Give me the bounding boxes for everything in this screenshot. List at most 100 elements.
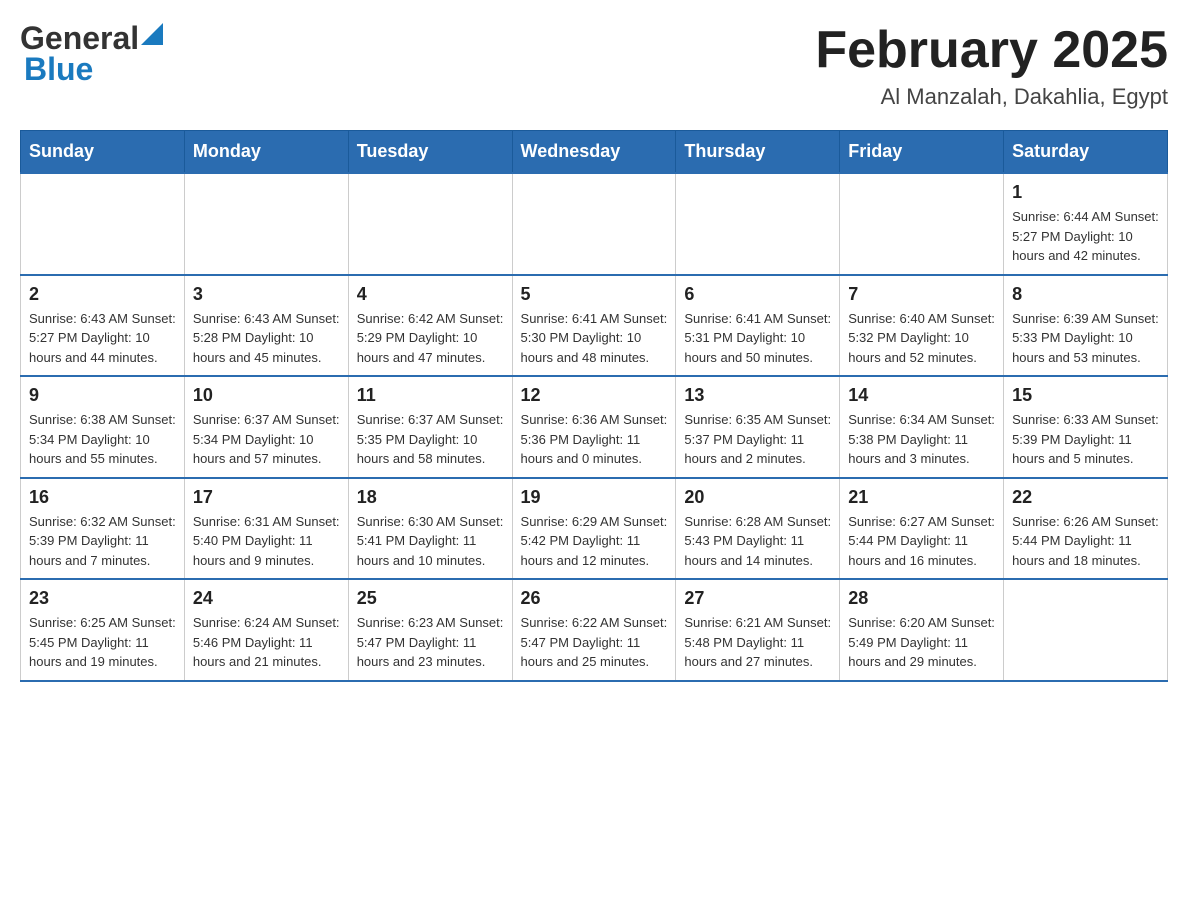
weekday-header-friday: Friday	[840, 131, 1004, 174]
weekday-header-saturday: Saturday	[1004, 131, 1168, 174]
day-info: Sunrise: 6:44 AM Sunset: 5:27 PM Dayligh…	[1012, 207, 1159, 266]
day-info: Sunrise: 6:40 AM Sunset: 5:32 PM Dayligh…	[848, 309, 995, 368]
day-info: Sunrise: 6:41 AM Sunset: 5:31 PM Dayligh…	[684, 309, 831, 368]
day-info: Sunrise: 6:41 AM Sunset: 5:30 PM Dayligh…	[521, 309, 668, 368]
day-number: 27	[684, 588, 831, 609]
title-section: February 2025 Al Manzalah, Dakahlia, Egy…	[815, 20, 1168, 110]
day-info: Sunrise: 6:20 AM Sunset: 5:49 PM Dayligh…	[848, 613, 995, 672]
day-info: Sunrise: 6:24 AM Sunset: 5:46 PM Dayligh…	[193, 613, 340, 672]
day-number: 5	[521, 284, 668, 305]
day-info: Sunrise: 6:43 AM Sunset: 5:28 PM Dayligh…	[193, 309, 340, 368]
calendar-cell: 24Sunrise: 6:24 AM Sunset: 5:46 PM Dayli…	[184, 579, 348, 681]
day-number: 7	[848, 284, 995, 305]
calendar-cell	[348, 173, 512, 275]
day-number: 17	[193, 487, 340, 508]
day-number: 10	[193, 385, 340, 406]
calendar-cell: 5 Sunrise: 6:41 AM Sunset: 5:30 PM Daylig…	[512, 275, 676, 377]
calendar-cell: 17 Sunrise: 6:31 AM Sunset: 5:40 PM Dayli…	[184, 478, 348, 580]
calendar-cell: 9 Sunrise: 6:38 AM Sunset: 5:34 PM Daylig…	[21, 376, 185, 478]
day-info: Sunrise: 6:37 AM Sunset: 5:35 PM Dayligh…	[357, 410, 504, 469]
day-info: Sunrise: 6:31 AM Sunset: 5:40 PM Dayligh…	[193, 512, 340, 571]
calendar-cell: 13 Sunrise: 6:35 AM Sunset: 5:37 PM Dayli…	[676, 376, 840, 478]
day-info: Sunrise: 6:38 AM Sunset: 5:34 PM Dayligh…	[29, 410, 176, 469]
calendar-cell: 19 Sunrise: 6:29 AM Sunset: 5:42 PM Dayli…	[512, 478, 676, 580]
calendar-cell: 11Sunrise: 6:37 AM Sunset: 5:35 PM Dayli…	[348, 376, 512, 478]
day-info: Sunrise: 6:23 AM Sunset: 5:47 PM Dayligh…	[357, 613, 504, 672]
calendar-cell: 4 Sunrise: 6:42 AM Sunset: 5:29 PM Daylig…	[348, 275, 512, 377]
day-info: Sunrise: 6:37 AM Sunset: 5:34 PM Dayligh…	[193, 410, 340, 469]
day-number: 13	[684, 385, 831, 406]
calendar-cell: 16Sunrise: 6:32 AM Sunset: 5:39 PM Dayli…	[21, 478, 185, 580]
day-info: Sunrise: 6:35 AM Sunset: 5:37 PM Dayligh…	[684, 410, 831, 469]
calendar-cell: 22Sunrise: 6:26 AM Sunset: 5:44 PM Dayli…	[1004, 478, 1168, 580]
day-info: Sunrise: 6:22 AM Sunset: 5:47 PM Dayligh…	[521, 613, 668, 672]
calendar-cell	[676, 173, 840, 275]
calendar-table: SundayMondayTuesdayWednesdayThursdayFrid…	[20, 130, 1168, 682]
day-number: 2	[29, 284, 176, 305]
calendar-cell: 3 Sunrise: 6:43 AM Sunset: 5:28 PM Daylig…	[184, 275, 348, 377]
logo-triangle-icon	[141, 23, 163, 45]
month-title: February 2025	[815, 20, 1168, 80]
day-number: 9	[29, 385, 176, 406]
day-number: 25	[357, 588, 504, 609]
day-number: 6	[684, 284, 831, 305]
weekday-header-wednesday: Wednesday	[512, 131, 676, 174]
calendar-week-row: 16Sunrise: 6:32 AM Sunset: 5:39 PM Dayli…	[21, 478, 1168, 580]
day-info: Sunrise: 6:30 AM Sunset: 5:41 PM Dayligh…	[357, 512, 504, 571]
day-info: Sunrise: 6:27 AM Sunset: 5:44 PM Dayligh…	[848, 512, 995, 571]
day-info: Sunrise: 6:36 AM Sunset: 5:36 PM Dayligh…	[521, 410, 668, 469]
logo: General Blue	[20, 20, 163, 88]
weekday-header-thursday: Thursday	[676, 131, 840, 174]
day-info: Sunrise: 6:33 AM Sunset: 5:39 PM Dayligh…	[1012, 410, 1159, 469]
day-number: 14	[848, 385, 995, 406]
weekday-header-sunday: Sunday	[21, 131, 185, 174]
day-info: Sunrise: 6:29 AM Sunset: 5:42 PM Dayligh…	[521, 512, 668, 571]
day-number: 21	[848, 487, 995, 508]
day-info: Sunrise: 6:28 AM Sunset: 5:43 PM Dayligh…	[684, 512, 831, 571]
day-number: 12	[521, 385, 668, 406]
day-number: 3	[193, 284, 340, 305]
day-info: Sunrise: 6:42 AM Sunset: 5:29 PM Dayligh…	[357, 309, 504, 368]
weekday-header-row: SundayMondayTuesdayWednesdayThursdayFrid…	[21, 131, 1168, 174]
calendar-cell: 2 Sunrise: 6:43 AM Sunset: 5:27 PM Daylig…	[21, 275, 185, 377]
day-info: Sunrise: 6:34 AM Sunset: 5:38 PM Dayligh…	[848, 410, 995, 469]
calendar-cell: 15 Sunrise: 6:33 AM Sunset: 5:39 PM Dayli…	[1004, 376, 1168, 478]
day-number: 23	[29, 588, 176, 609]
logo-blue-text: Blue	[24, 51, 163, 88]
calendar-cell	[1004, 579, 1168, 681]
weekday-header-monday: Monday	[184, 131, 348, 174]
calendar-cell: 20Sunrise: 6:28 AM Sunset: 5:43 PM Dayli…	[676, 478, 840, 580]
calendar-cell: 28 Sunrise: 6:20 AM Sunset: 5:49 PM Dayli…	[840, 579, 1004, 681]
calendar-cell: 21 Sunrise: 6:27 AM Sunset: 5:44 PM Dayli…	[840, 478, 1004, 580]
calendar-cell: 23 Sunrise: 6:25 AM Sunset: 5:45 PM Dayli…	[21, 579, 185, 681]
day-number: 28	[848, 588, 995, 609]
weekday-header-tuesday: Tuesday	[348, 131, 512, 174]
day-info: Sunrise: 6:26 AM Sunset: 5:44 PM Dayligh…	[1012, 512, 1159, 571]
day-number: 19	[521, 487, 668, 508]
calendar-cell: 27Sunrise: 6:21 AM Sunset: 5:48 PM Dayli…	[676, 579, 840, 681]
day-number: 15	[1012, 385, 1159, 406]
day-number: 1	[1012, 182, 1159, 203]
day-info: Sunrise: 6:43 AM Sunset: 5:27 PM Dayligh…	[29, 309, 176, 368]
calendar-week-row: 2 Sunrise: 6:43 AM Sunset: 5:27 PM Daylig…	[21, 275, 1168, 377]
day-info: Sunrise: 6:25 AM Sunset: 5:45 PM Dayligh…	[29, 613, 176, 672]
location: Al Manzalah, Dakahlia, Egypt	[815, 84, 1168, 110]
calendar-cell: 1 Sunrise: 6:44 AM Sunset: 5:27 PM Daylig…	[1004, 173, 1168, 275]
page-header: General Blue February 2025 Al Manzalah, …	[20, 20, 1168, 110]
calendar-cell: 6 Sunrise: 6:41 AM Sunset: 5:31 PM Daylig…	[676, 275, 840, 377]
day-info: Sunrise: 6:32 AM Sunset: 5:39 PM Dayligh…	[29, 512, 176, 571]
calendar-cell	[840, 173, 1004, 275]
day-number: 4	[357, 284, 504, 305]
calendar-cell: 10 Sunrise: 6:37 AM Sunset: 5:34 PM Dayli…	[184, 376, 348, 478]
day-number: 8	[1012, 284, 1159, 305]
day-number: 26	[521, 588, 668, 609]
calendar-week-row: 1 Sunrise: 6:44 AM Sunset: 5:27 PM Daylig…	[21, 173, 1168, 275]
calendar-cell: 12 Sunrise: 6:36 AM Sunset: 5:36 PM Dayli…	[512, 376, 676, 478]
calendar-cell: 14 Sunrise: 6:34 AM Sunset: 5:38 PM Dayli…	[840, 376, 1004, 478]
calendar-week-row: 9 Sunrise: 6:38 AM Sunset: 5:34 PM Daylig…	[21, 376, 1168, 478]
calendar-cell: 18 Sunrise: 6:30 AM Sunset: 5:41 PM Dayli…	[348, 478, 512, 580]
calendar-week-row: 23 Sunrise: 6:25 AM Sunset: 5:45 PM Dayli…	[21, 579, 1168, 681]
calendar-cell	[184, 173, 348, 275]
day-number: 18	[357, 487, 504, 508]
calendar-cell: 25 Sunrise: 6:23 AM Sunset: 5:47 PM Dayli…	[348, 579, 512, 681]
